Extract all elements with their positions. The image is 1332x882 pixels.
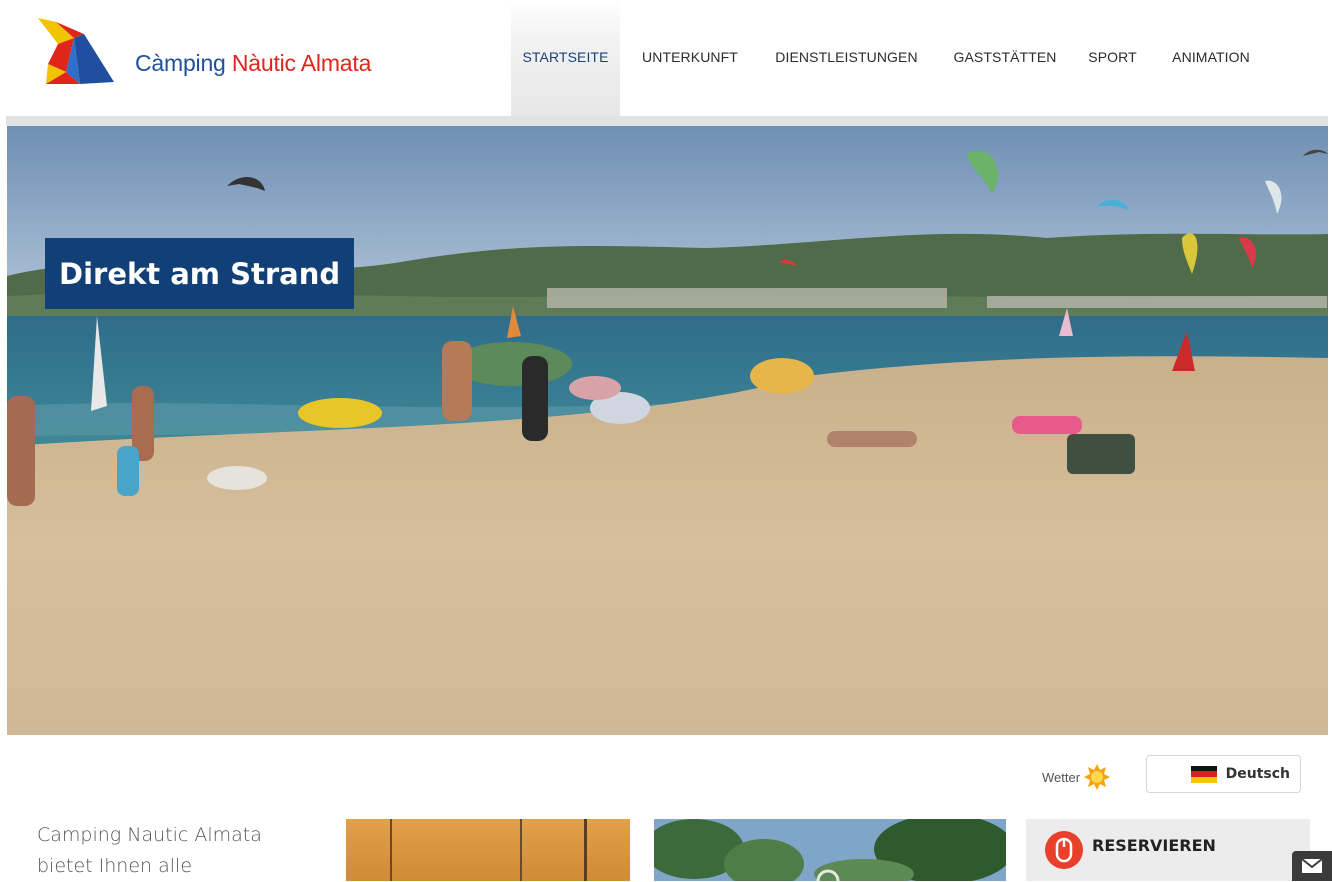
mouse-icon bbox=[1045, 831, 1083, 869]
language-label: Deutsch bbox=[1225, 766, 1290, 782]
brand-name-part1: Càmping bbox=[135, 50, 226, 76]
nav-item-dienstleistungen[interactable]: DIENSTLEISTUNGEN bbox=[764, 0, 929, 117]
logo-sail-icon[interactable] bbox=[36, 14, 116, 88]
nav-item-animation[interactable]: ANIMATION bbox=[1158, 0, 1264, 117]
hero-slider[interactable]: Direkt am Strand bbox=[7, 126, 1328, 735]
hero-caption[interactable]: Direkt am Strand bbox=[45, 238, 355, 309]
nav-item-gaststaetten[interactable]: GASTSTÄTTEN bbox=[943, 0, 1067, 117]
reserve-button[interactable]: RESERVIEREN bbox=[1026, 819, 1310, 881]
brand-name-part2: Nàutic Almata bbox=[231, 50, 372, 76]
mail-button[interactable] bbox=[1292, 851, 1332, 881]
weather-widget[interactable]: Wetter bbox=[1042, 764, 1111, 790]
weather-label: Wetter bbox=[1042, 769, 1081, 785]
nav-item-label: UNTERKUNFT bbox=[642, 49, 738, 65]
intro-text: Camping Nautic Almata bietet Ihnen alle bbox=[37, 820, 317, 882]
language-selector[interactable]: Deutsch bbox=[1146, 755, 1301, 793]
campsite-palms-image bbox=[654, 819, 1006, 881]
harbor-sunset-image bbox=[346, 819, 630, 881]
nav-item-label: SPORT bbox=[1088, 49, 1137, 65]
envelope-icon bbox=[1301, 858, 1323, 873]
reserve-label: RESERVIEREN bbox=[1092, 835, 1216, 855]
nav-item-label: STARTSEITE bbox=[522, 49, 609, 65]
hero-beach-image bbox=[7, 126, 1328, 735]
nav-item-label: GASTSTÄTTEN bbox=[953, 49, 1057, 65]
nav-item-unterkunft[interactable]: UNTERKUNFT bbox=[631, 0, 749, 117]
intro-line-2: bietet Ihnen alle bbox=[37, 855, 193, 877]
intro-line-1: Camping Nautic Almata bbox=[37, 824, 262, 846]
harbor-sunset-thumbnail[interactable] bbox=[346, 819, 630, 881]
sun-icon bbox=[1084, 764, 1111, 790]
header-divider bbox=[6, 116, 1328, 126]
brand-name[interactable]: Càmping Nàutic Almata bbox=[135, 50, 371, 77]
nav-item-label: ANIMATION bbox=[1172, 49, 1250, 65]
german-flag-icon bbox=[1190, 765, 1217, 783]
nav-item-label: DIENSTLEISTUNGEN bbox=[775, 49, 918, 65]
nav-item-startseite[interactable]: STARTSEITE bbox=[511, 0, 620, 123]
site-header: Càmping Nàutic Almata STARTSEITE UNTERKU… bbox=[0, 0, 1332, 123]
nav-item-sport[interactable]: SPORT bbox=[1081, 0, 1144, 117]
campsite-palms-thumbnail[interactable] bbox=[654, 819, 1006, 881]
